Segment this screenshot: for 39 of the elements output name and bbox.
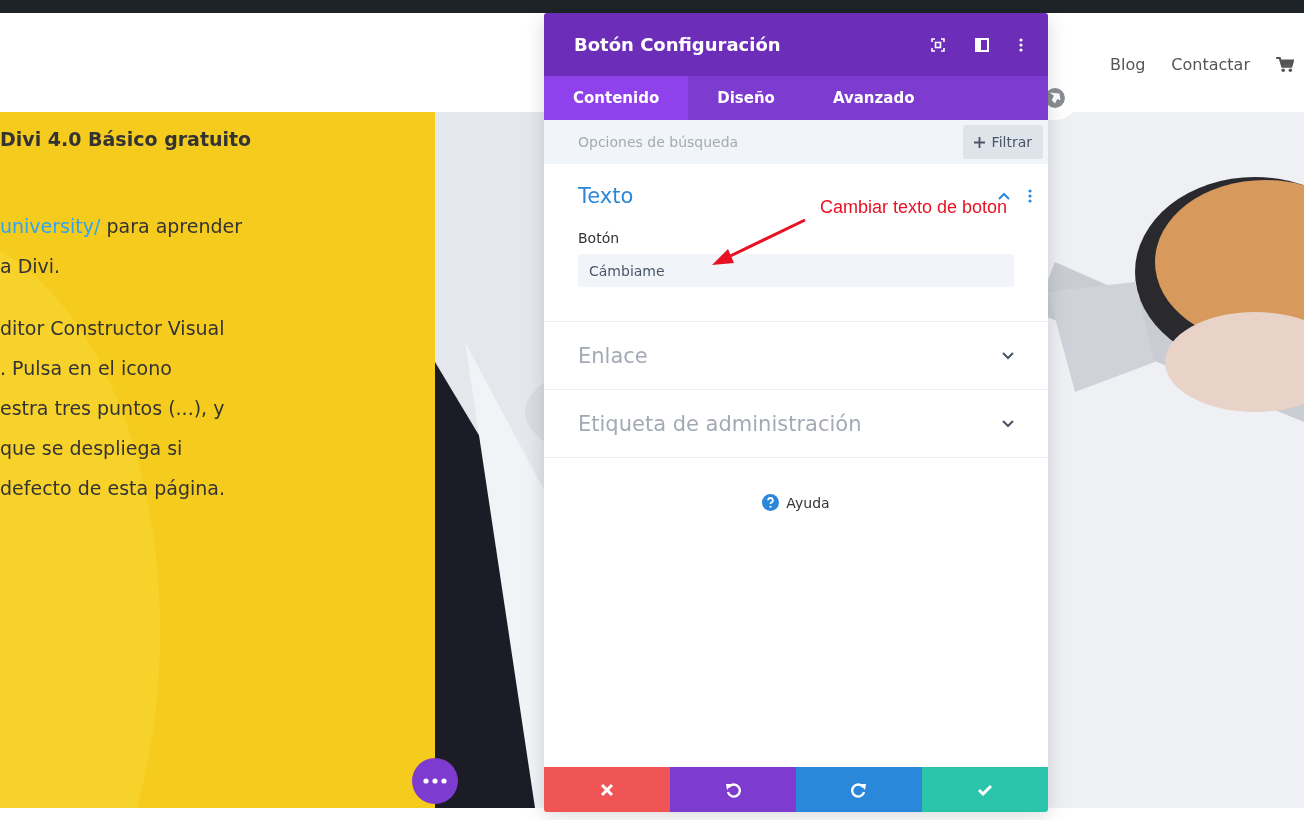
annotation-text: Cambiar texto de boton bbox=[820, 197, 1008, 217]
columns-icon bbox=[975, 37, 989, 52]
ellipsis-icon bbox=[423, 778, 447, 784]
panel-tab[interactable]: Contenido bbox=[544, 76, 689, 120]
close-icon bbox=[599, 781, 615, 798]
undo-icon bbox=[725, 781, 741, 798]
chevron-up-icon bbox=[998, 192, 1010, 200]
body-text: para aprender bbox=[105, 215, 243, 237]
filter-button[interactable]: Filtrar bbox=[962, 125, 1043, 159]
plus-icon bbox=[973, 136, 985, 148]
search-field[interactable]: Opciones de búsqueda bbox=[578, 134, 838, 150]
chevron-down-icon bbox=[1002, 419, 1014, 428]
body-text: que se despliega si bbox=[0, 437, 183, 459]
nav-link[interactable]: Blog bbox=[1110, 55, 1146, 74]
redo-icon bbox=[851, 781, 867, 798]
content-heading: Divi 4.0 Básico gratuito bbox=[0, 127, 253, 152]
save-button[interactable] bbox=[922, 767, 1048, 812]
help-icon bbox=[762, 494, 780, 511]
help-link[interactable]: Ayuda bbox=[786, 494, 830, 511]
body-text: . Pulsa en el icono bbox=[0, 357, 172, 379]
fullscreen-icon bbox=[931, 37, 945, 52]
text-field[interactable]: Cámbiame bbox=[578, 254, 1014, 287]
panel-tab[interactable]: Diseño bbox=[688, 76, 804, 120]
redo-button[interactable] bbox=[796, 767, 922, 812]
cart-icon bbox=[1276, 56, 1294, 73]
panel-title: Botón Configuración bbox=[574, 34, 781, 55]
body-text: defecto de esta página. bbox=[0, 477, 225, 499]
body-text: a Divi. bbox=[0, 255, 61, 277]
kebab-menu-icon bbox=[1019, 37, 1023, 52]
nav-link[interactable]: Contactar bbox=[1171, 55, 1250, 74]
kebab-menu-icon bbox=[1028, 189, 1032, 203]
body-text: estra tres puntos (...), y bbox=[0, 397, 225, 419]
panel-tab[interactable]: Avanzado bbox=[803, 76, 944, 120]
field-label: Botón bbox=[578, 230, 621, 246]
chevron-down-icon bbox=[1002, 351, 1014, 360]
discard-button[interactable] bbox=[544, 767, 670, 812]
section-title[interactable]: Texto bbox=[578, 184, 634, 208]
undo-button[interactable] bbox=[670, 767, 796, 812]
body-text: ditor Constructor Visual bbox=[0, 317, 225, 339]
